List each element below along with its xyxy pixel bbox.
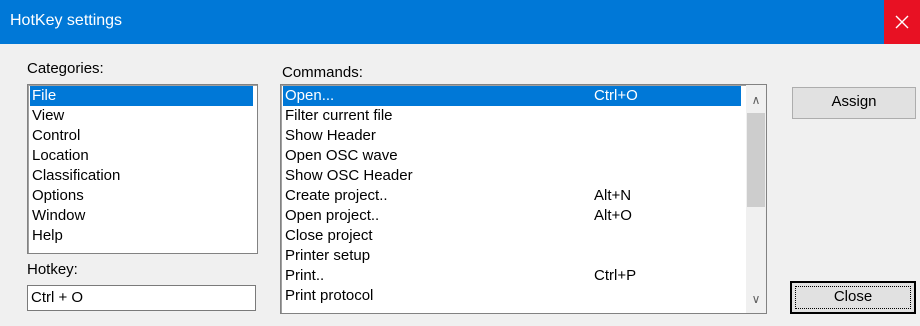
close-icon[interactable] <box>884 0 920 44</box>
command-name: Create project.. <box>285 187 388 204</box>
command-name: Close project <box>285 227 373 244</box>
command-shortcut: Ctrl+O <box>594 87 638 104</box>
commands-list[interactable]: Print protocol Print.. Ctrl+P Printer setup… <box>280 84 767 314</box>
hotkey-label: Hotkey: <box>27 261 78 278</box>
assign-button-label: Assign <box>831 93 877 110</box>
command-item[interactable]: Open... Ctrl+O <box>283 86 741 106</box>
category-item[interactable]: Help <box>30 226 253 246</box>
command-item[interactable]: Open project.. Alt+O <box>283 206 741 226</box>
command-name: Show Header <box>285 127 376 144</box>
hotkey-field[interactable]: Ctrl + O <box>27 285 256 311</box>
category-item[interactable]: Control <box>30 126 253 146</box>
assign-button[interactable]: Assign <box>792 87 916 119</box>
category-item[interactable]: Location <box>30 146 253 166</box>
commands-label: Commands: <box>282 64 363 81</box>
category-item[interactable]: View <box>30 106 253 126</box>
category-item[interactable]: File <box>30 86 253 106</box>
command-shortcut: Alt+N <box>594 187 632 204</box>
command-name: Open project.. <box>285 207 380 224</box>
command-item[interactable]: Show Header <box>283 126 741 146</box>
categories-list[interactable]: File View Control Location Classification Opt… <box>27 84 258 254</box>
category-item[interactable]: Options <box>30 186 253 206</box>
category-item[interactable]: Classification <box>30 166 253 186</box>
command-name: Open OSC wave <box>285 147 398 164</box>
command-shortcut: Alt+O <box>594 207 632 224</box>
command-item[interactable]: Print protocol <box>283 286 741 306</box>
category-item[interactable]: Window <box>30 206 253 226</box>
scroll-down-icon[interactable]: ∨ <box>746 289 766 309</box>
command-name: Filter current file <box>285 107 393 124</box>
command-item[interactable]: Open OSC wave <box>283 146 741 166</box>
close-button[interactable]: Close <box>790 281 916 314</box>
close-button-label: Close <box>833 288 873 305</box>
command-name: Printer setup <box>285 247 371 264</box>
command-item[interactable]: Filter current file <box>283 106 741 126</box>
command-item[interactable]: Print.. Ctrl+P <box>283 266 741 286</box>
command-item[interactable]: Show OSC Header <box>283 166 741 186</box>
command-name: Print.. <box>285 267 325 284</box>
commands-scrollbar[interactable]: ∧ ∨ <box>746 85 766 313</box>
command-item[interactable]: Close project <box>283 226 741 246</box>
command-name: Print protocol <box>285 287 374 304</box>
command-name: Show OSC Header <box>285 167 413 184</box>
scroll-up-icon[interactable]: ∧ <box>746 90 766 110</box>
scroll-thumb[interactable] <box>747 113 765 207</box>
categories-label: Categories: <box>27 60 104 77</box>
command-item[interactable]: Printer setup <box>283 246 741 266</box>
window-title: HotKey settings <box>10 12 123 29</box>
command-item[interactable]: Create project.. Alt+N <box>283 186 741 206</box>
title-bar: HotKey settings <box>0 0 920 44</box>
command-name: Open... <box>285 87 335 104</box>
command-shortcut: Ctrl+P <box>594 267 637 284</box>
